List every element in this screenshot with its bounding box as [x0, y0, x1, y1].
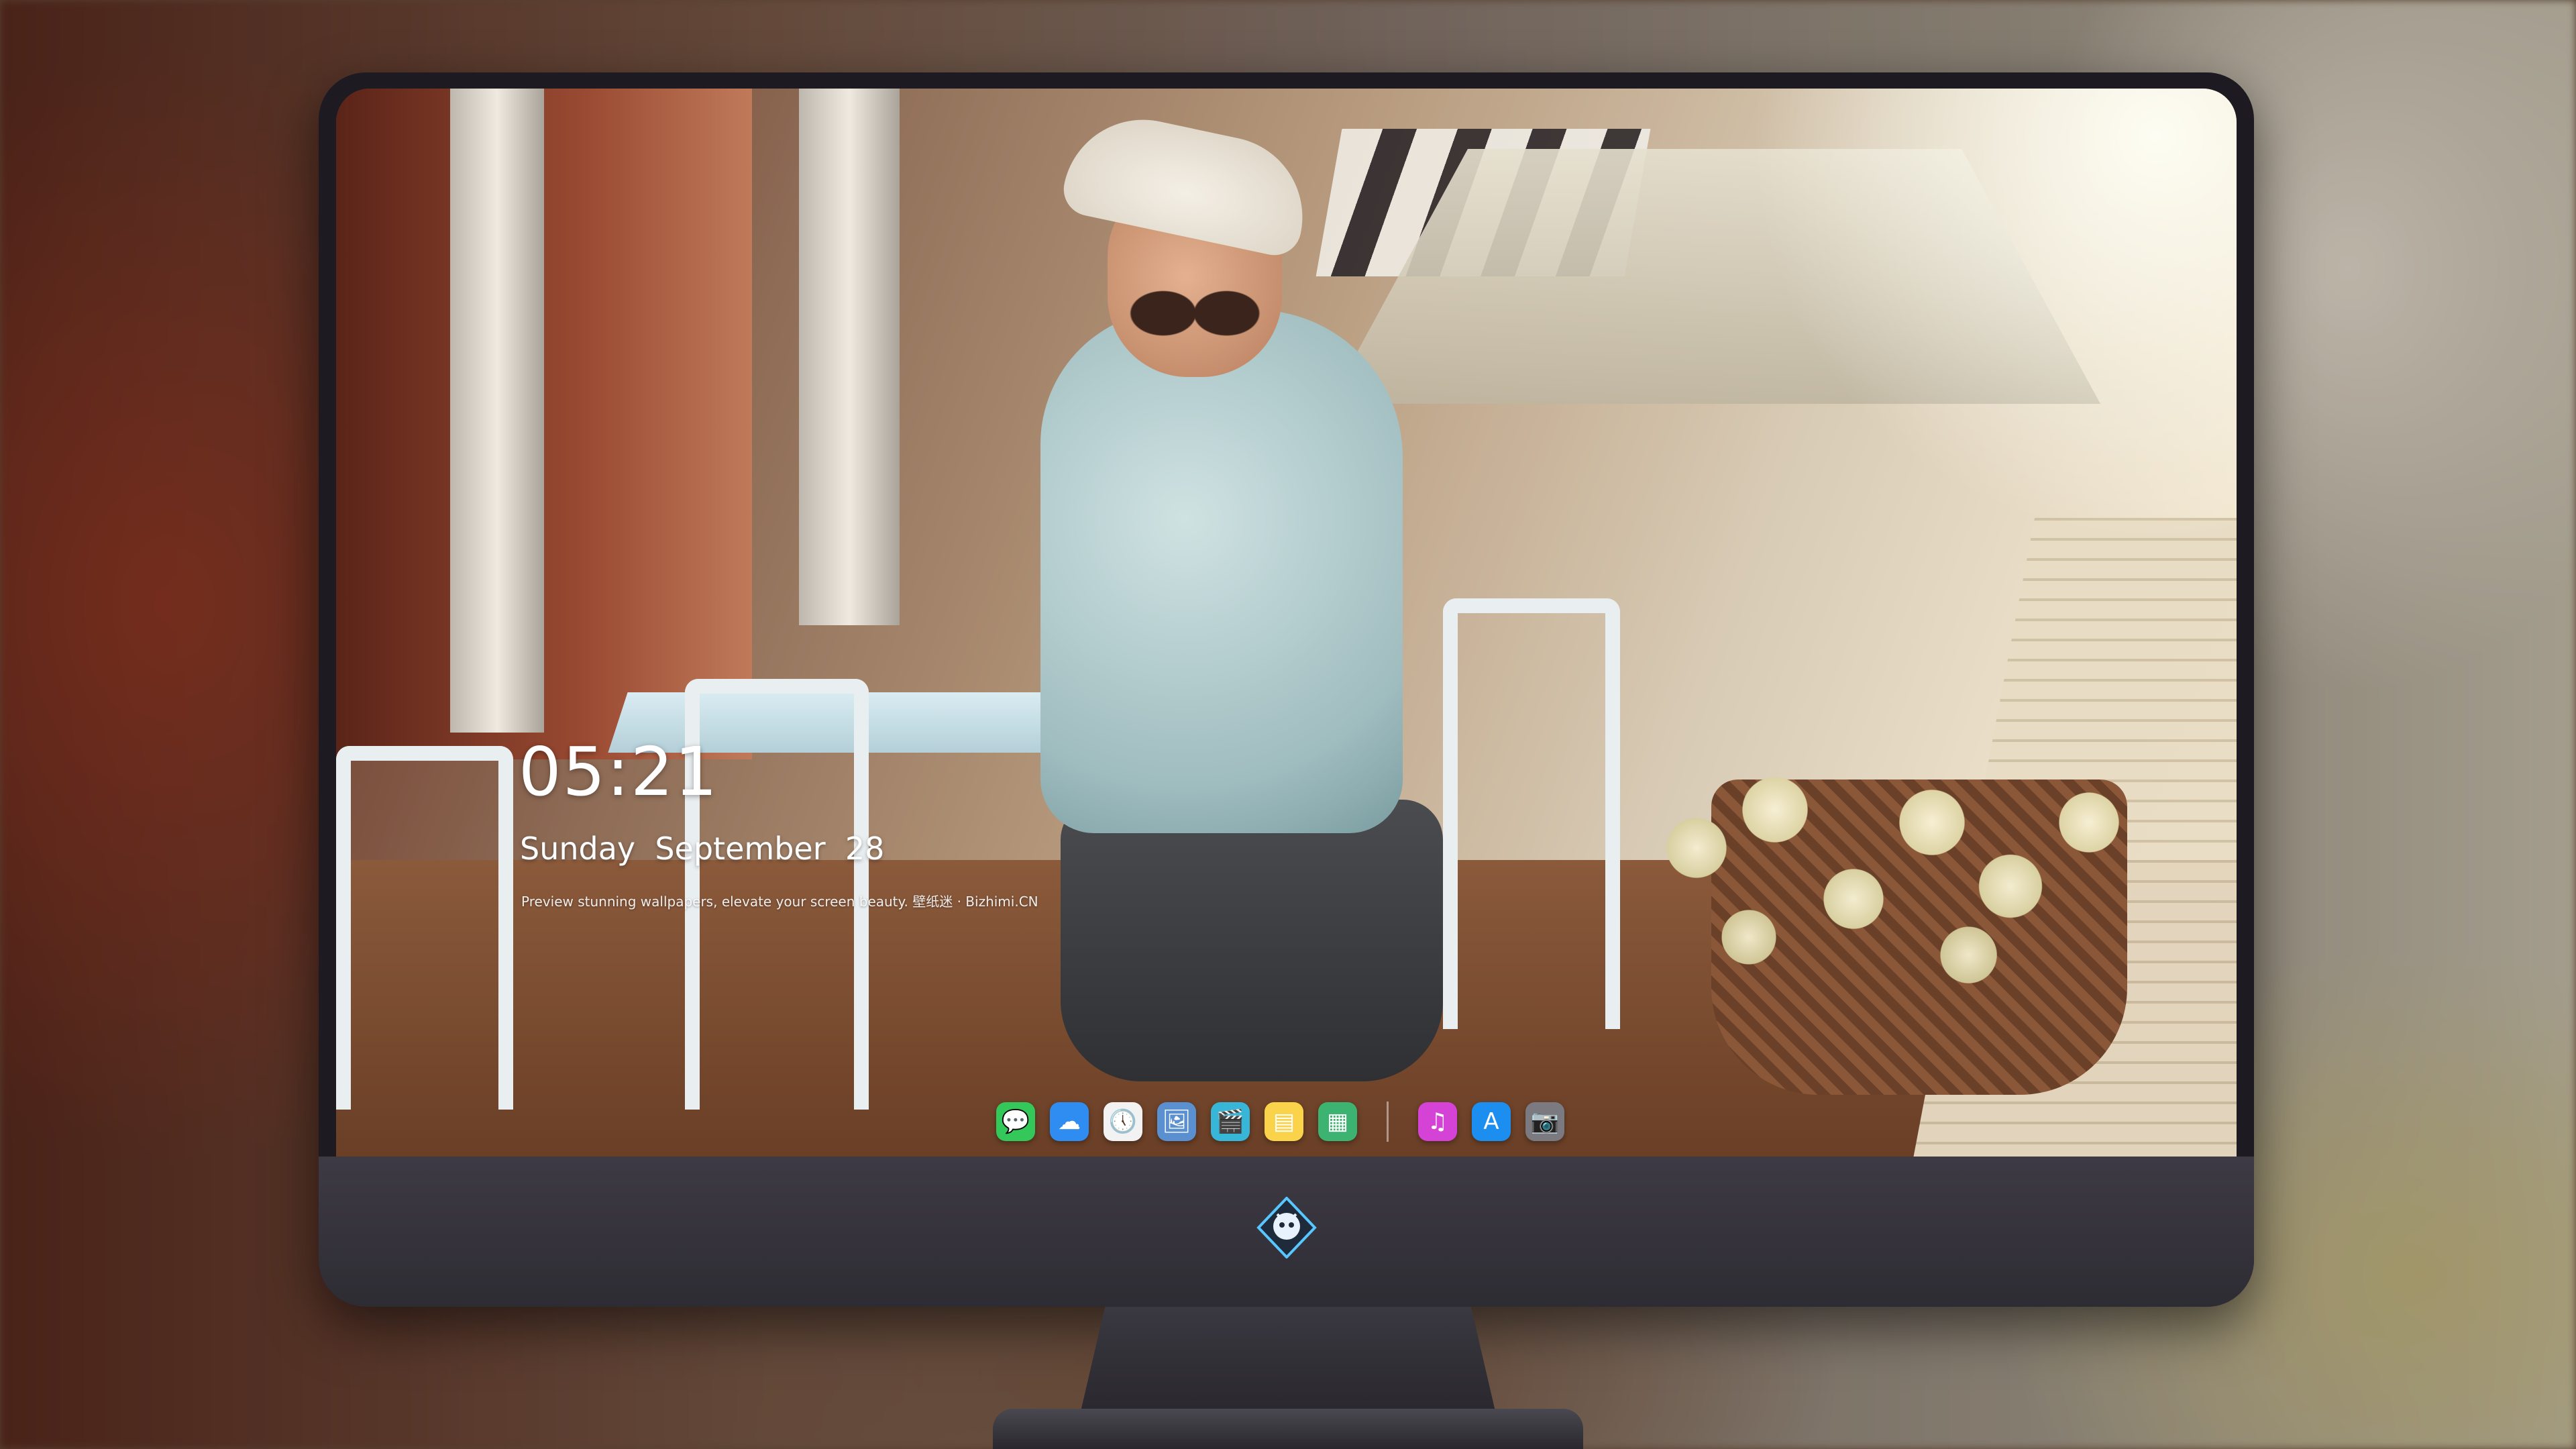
preview-icon[interactable]: 🖼: [1157, 1102, 1196, 1141]
wallpaper-pillar: [450, 89, 544, 733]
messages-icon[interactable]: 💬: [996, 1102, 1035, 1141]
music-icon[interactable]: ♫: [1418, 1102, 1457, 1141]
monitor-chin: [319, 1157, 2254, 1307]
app-store-icon[interactable]: A: [1472, 1102, 1511, 1141]
monitor-stand-neck: [1080, 1307, 1496, 1414]
wallpaper-person-hat: [1059, 105, 1318, 260]
camera-icon[interactable]: 📷: [1525, 1102, 1564, 1141]
weather-icon[interactable]: ☁: [1050, 1102, 1089, 1141]
wallpaper-tagline: Preview stunning wallpapers, elevate you…: [521, 894, 1038, 910]
wallpaper-sun-glow: [1700, 89, 2237, 558]
wallpaper-person-shorts: [1061, 800, 1443, 1081]
wallpaper-sunglasses: [1121, 290, 1262, 337]
clock-icon[interactable]: 🕔: [1104, 1102, 1142, 1141]
dock: 💬 ☁ 🕔 🖼 🎬 ▤ ▦ ♫ A 📷: [980, 1095, 1580, 1148]
monitor: 05:21 Sunday September 28 Preview stunni…: [319, 72, 2254, 1307]
wallpaper-person-shirt: [1040, 310, 1403, 833]
dragon-logo-icon: [1256, 1197, 1317, 1258]
numbers-icon[interactable]: ▦: [1318, 1102, 1357, 1141]
wallpaper-brick-wall: [336, 89, 752, 759]
wallpaper-chair: [1443, 598, 1620, 1029]
notes-icon[interactable]: ▤: [1265, 1102, 1303, 1141]
wallpaper-roses: [1644, 746, 2167, 1001]
claquette-icon[interactable]: 🎬: [1211, 1102, 1250, 1141]
lock-screen: 05:21 Sunday September 28 Preview stunni…: [336, 89, 2237, 1157]
wallpaper-chair: [336, 746, 513, 1110]
monitor-stand-base: [993, 1409, 1583, 1449]
wallpaper-pillar: [799, 89, 900, 625]
lock-screen-date: Sunday September 28: [520, 830, 885, 867]
dock-separator: [1387, 1102, 1389, 1142]
lock-screen-time: 05:21: [519, 733, 719, 811]
